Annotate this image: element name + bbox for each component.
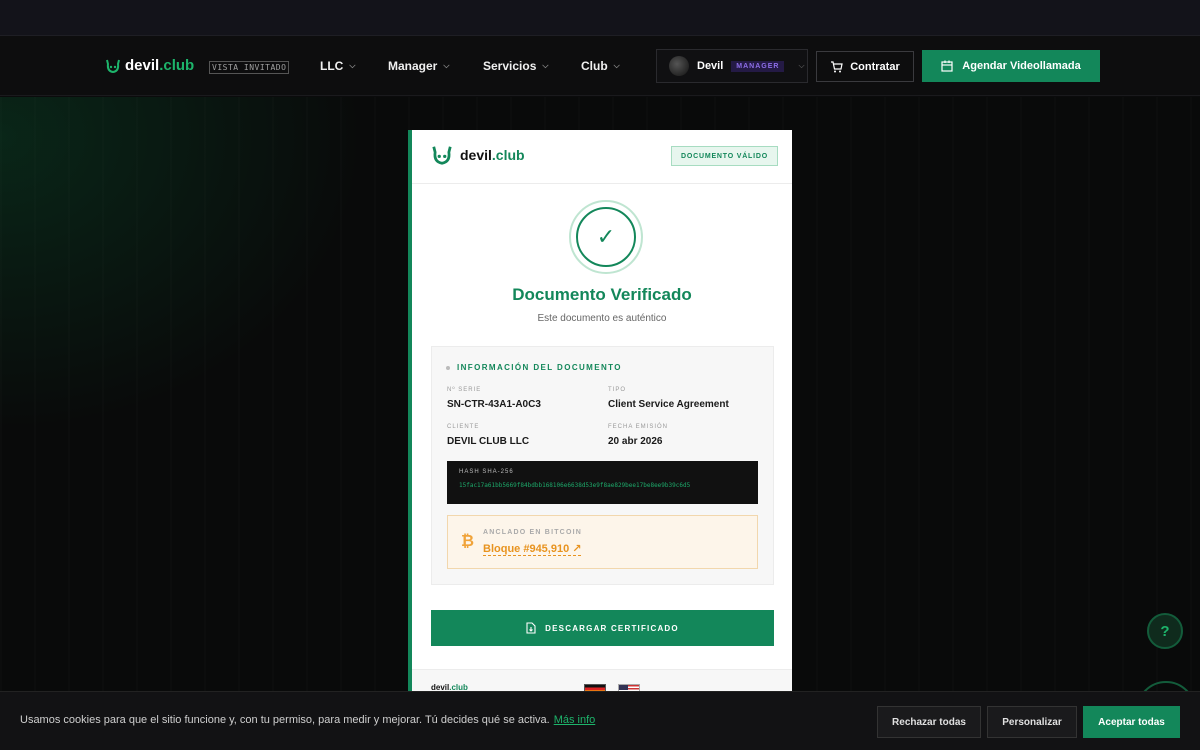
date-value: 20 abr 2026	[608, 436, 663, 447]
client-label: CLIENTE	[447, 424, 480, 430]
hash-label: HASH SHA-256	[459, 469, 514, 475]
chevron-down-icon: ⌵	[443, 61, 450, 70]
check-icon: ✓	[576, 207, 636, 267]
guest-view-badge: VISTA INVITADO	[209, 61, 290, 74]
chevron-down-icon: ⌵	[542, 61, 549, 70]
help-icon: ?	[1160, 622, 1170, 640]
devil-logo-icon	[432, 146, 452, 165]
download-certificate-button[interactable]: DESCARGAR CERTIFICADO	[431, 610, 774, 646]
serial-label: Nº SERIE	[447, 387, 482, 393]
cookie-more-info-link[interactable]: Más info	[554, 714, 596, 726]
contract-button[interactable]: Contratar	[816, 51, 914, 82]
reject-all-button[interactable]: Rechazar todas	[877, 706, 981, 738]
info-title-text: INFORMACIÓN DEL DOCUMENTO	[457, 363, 622, 372]
bitcoin-label: ANCLADO EN BITCOIN	[483, 529, 582, 536]
user-name: Devil	[697, 60, 724, 72]
cookie-text: Usamos cookies para que el sitio funcion…	[20, 714, 550, 726]
type-label: TIPO	[608, 387, 627, 393]
contract-label: Contratar	[850, 60, 900, 73]
card-logo-accent: .club	[491, 147, 525, 163]
verification-card: devil.club DOCUMENTO VÁLIDO ✓ Documento …	[408, 130, 792, 710]
nav-servicios[interactable]: Servicios ⌵	[483, 59, 548, 73]
card-logo-main: devil	[460, 147, 492, 163]
verified-subtitle: Este documento es auténtico	[537, 313, 667, 324]
hash-value[interactable]: 15fac17a61bb5669f84bdbb168106e6638d53e9f…	[459, 482, 746, 489]
nav-llc[interactable]: LLC ⌵	[320, 59, 355, 73]
verified-title: Documento Verificado	[512, 285, 692, 304]
download-label: DESCARGAR CERTIFICADO	[545, 623, 679, 633]
schedule-videocall-button[interactable]: Agendar Videollamada	[922, 50, 1100, 82]
logo-text-main: devil	[125, 57, 160, 74]
schedule-label: Agendar Videollamada	[962, 60, 1081, 72]
serial-value: SN-CTR-43A1-A0C3	[447, 399, 541, 410]
nav-manager[interactable]: Manager ⌵	[388, 59, 449, 73]
nav-club[interactable]: Club ⌵	[581, 59, 620, 73]
nav-club-label: Club	[581, 59, 608, 73]
nav-servicios-label: Servicios	[483, 59, 537, 73]
hash-box[interactable]: HASH SHA-256 15fac17a61bb5669f84bdbb1681…	[447, 461, 758, 504]
cart-icon	[831, 60, 843, 72]
info-panel-title: INFORMACIÓN DEL DOCUMENTO	[446, 363, 622, 372]
avatar	[669, 56, 689, 76]
top-strip	[0, 0, 1200, 36]
customize-button[interactable]: Personalizar	[987, 706, 1077, 738]
user-menu[interactable]: Devil MANAGER ⌵	[656, 49, 808, 83]
type-value: Client Service Agreement	[608, 399, 729, 410]
calendar-icon	[941, 60, 953, 72]
card-logo: devil.club	[431, 145, 525, 165]
devil-logo-icon	[106, 59, 120, 73]
document-info-panel: INFORMACIÓN DEL DOCUMENTO Nº SERIE SN-CT…	[431, 346, 774, 585]
nav-llc-label: LLC	[320, 59, 344, 73]
brand-logo[interactable]: devil .club	[105, 57, 194, 74]
bitcoin-block-link[interactable]: Bloque #945,910 ↗	[483, 542, 582, 556]
verified-check-ring: ✓	[569, 200, 643, 274]
logo-text-accent: .club	[159, 57, 195, 74]
chevron-down-icon: ⌵	[798, 61, 805, 70]
bullet-icon	[446, 365, 450, 370]
document-download-icon	[526, 622, 536, 634]
accept-all-button[interactable]: Aceptar todas	[1083, 706, 1180, 738]
status-badge: DOCUMENTO VÁLIDO	[671, 146, 778, 166]
card-header: devil.club DOCUMENTO VÁLIDO	[412, 130, 792, 184]
cookie-message: Usamos cookies para que el sitio funcion…	[20, 714, 595, 726]
chevron-down-icon: ⌵	[349, 61, 356, 70]
role-badge: MANAGER	[731, 60, 785, 72]
bitcoin-anchor-box: ₿ ANCLADO EN BITCOIN Bloque #945,910 ↗	[447, 515, 758, 569]
chevron-down-icon: ⌵	[613, 61, 620, 70]
bitcoin-icon: ₿	[461, 533, 475, 550]
cookie-banner: Usamos cookies para que el sitio funcion…	[0, 691, 1200, 750]
client-value: DEVIL CLUB LLC	[447, 436, 530, 447]
nav-manager-label: Manager	[388, 59, 438, 73]
date-label: FECHA EMISIÓN	[608, 424, 669, 430]
help-button[interactable]: ?	[1147, 613, 1183, 649]
